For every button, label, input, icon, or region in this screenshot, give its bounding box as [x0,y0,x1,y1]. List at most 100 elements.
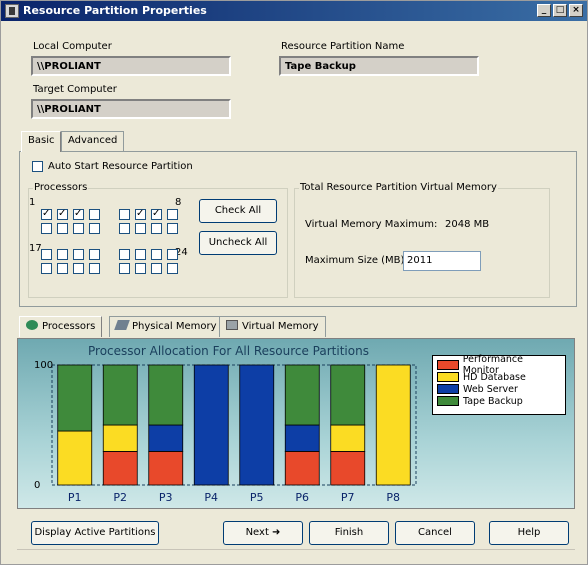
processor-checkbox[interactable] [57,209,68,220]
processor-checkbox[interactable] [89,209,100,220]
processor-checkbox[interactable] [151,249,162,260]
processor-checkbox[interactable] [151,223,162,234]
bar-segment [148,364,184,426]
processors-group: Processors 1 8 17 24 Check All Uncheck A… [28,182,288,298]
processor-index-8: 8 [175,197,182,208]
next-label: Next [245,527,269,538]
auto-start-label: Auto Start Resource Partition [48,161,193,172]
finish-button[interactable]: Finish [309,521,389,545]
processor-checkbox[interactable] [119,249,130,260]
tab-advanced[interactable]: Advanced [61,131,125,151]
chart-svg: 0 100 P1 P2 P3 P4 P5 P6 P7 P8 [34,360,417,504]
max-size-label: Maximum Size (MB): [305,255,408,266]
bar-segment [148,424,184,452]
y-tick-label: 0 [34,480,40,491]
processor-index-1: 1 [29,197,36,208]
processor-checkbox[interactable] [135,209,146,220]
disk-icon [226,320,238,330]
bar-segment [284,424,320,452]
bar-segment [284,364,320,426]
processor-checkbox[interactable] [89,263,100,274]
vm-max-label: Virtual Memory Maximum: [305,219,438,230]
processor-checkbox[interactable] [89,223,100,234]
processor-checkbox[interactable] [119,263,130,274]
processor-checkbox[interactable] [57,223,68,234]
bar-segment [57,364,93,432]
basic-tab-panel: Auto Start Resource Partition Processors… [19,151,577,307]
local-computer-field: \\PROLIANT [31,56,231,76]
processor-checkbox[interactable] [57,249,68,260]
x-tick-label: P4 [204,491,218,504]
bar-segment [102,451,138,486]
legend-swatch [437,372,459,382]
processor-checkbox[interactable] [57,263,68,274]
legend-item-web-server: Web Server [437,383,561,395]
processor-checkbox[interactable] [151,263,162,274]
processors-group-label: Processors [33,182,89,193]
processor-checkbox[interactable] [41,263,52,274]
legend-swatch [437,396,459,406]
tab-processors-label: Processors [42,321,96,332]
x-tick-label: P8 [386,491,400,504]
processor-checkbox[interactable] [41,209,52,220]
processor-checkbox[interactable] [135,263,146,274]
check-all-button[interactable]: Check All [199,199,277,223]
processor-icon [26,320,38,330]
processor-checkbox[interactable] [73,223,84,234]
x-tick-label: P7 [341,491,355,504]
tab-basic[interactable]: Basic [21,131,62,152]
uncheck-all-button[interactable]: Uncheck All [199,231,277,255]
processor-checkbox[interactable] [151,209,162,220]
processor-checkbox[interactable] [73,209,84,220]
next-button[interactable]: Next ➜ [223,521,303,545]
window-controls: _ □ × [537,4,583,17]
tab-physical-memory[interactable]: Physical Memory [109,316,224,337]
x-tick-label: P2 [113,491,127,504]
target-computer-label: Target Computer [33,84,117,95]
processor-checkbox[interactable] [119,223,130,234]
status-bar [17,549,575,563]
cancel-button[interactable]: Cancel [395,521,475,545]
processor-checkbox[interactable] [167,249,178,260]
partition-name-label: Resource Partition Name [281,41,405,52]
legend-swatch [437,360,459,370]
legend-swatch [437,384,459,394]
processor-checkbox[interactable] [73,263,84,274]
processor-index-17: 17 [29,243,42,254]
title-bar[interactable]: Resource Partition Properties _ □ × [1,1,587,21]
processor-checkbox[interactable] [41,249,52,260]
processor-allocation-chart: Processor Allocation For All Resource Pa… [17,338,575,509]
local-computer-label: Local Computer [33,41,112,52]
close-button[interactable]: × [569,4,583,17]
tab-processors[interactable]: Processors [19,316,103,337]
display-active-partitions-button[interactable]: Display Active Partitions [31,521,159,545]
memory-icon [114,320,130,330]
processor-checkbox[interactable] [167,209,178,220]
processor-checkbox[interactable] [119,209,130,220]
bar-segment [102,424,138,452]
processor-checkbox[interactable] [135,249,146,260]
processor-checkbox[interactable] [73,249,84,260]
processor-checkbox[interactable] [167,263,178,274]
bar-segment [102,364,138,426]
minimize-button[interactable]: _ [537,4,551,17]
virtual-memory-group-label: Total Resource Partition Virtual Memory [299,182,498,193]
tab-virtual-memory[interactable]: Virtual Memory [219,316,326,337]
processor-checkbox[interactable] [135,223,146,234]
bar-segment [193,364,229,486]
max-size-input[interactable]: 2011 [403,251,481,271]
app-icon [5,4,19,18]
tab-virtual-memory-label: Virtual Memory [242,321,319,332]
help-button[interactable]: Help [489,521,569,545]
maximize-button[interactable]: □ [553,4,567,17]
processor-checkbox[interactable] [41,223,52,234]
processor-checkbox[interactable] [89,249,100,260]
virtual-memory-group: Total Resource Partition Virtual Memory … [294,182,550,298]
legend-label: Tape Backup [463,395,523,407]
chart-legend: Performance Monitor HD Database Web Serv… [432,354,566,415]
legend-item-performance-monitor: Performance Monitor [437,354,561,376]
processor-checkbox[interactable] [167,223,178,234]
auto-start-checkbox[interactable] [32,161,43,172]
tab-physical-memory-label: Physical Memory [132,321,217,332]
window-title: Resource Partition Properties [23,4,207,17]
